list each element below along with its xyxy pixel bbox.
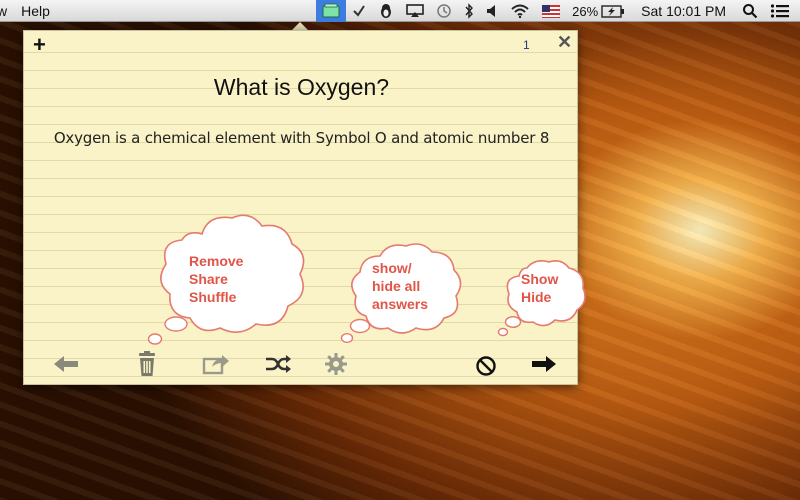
gear-icon[interactable] <box>324 352 348 376</box>
tip-share: Share <box>189 271 228 287</box>
us-flag-icon[interactable] <box>536 0 566 22</box>
forward-arrow-icon[interactable] <box>530 353 558 375</box>
tip-cloud-remove-share-shuffle: Remove Share Shuffle <box>146 212 308 346</box>
menu-item-view[interactable]: w <box>0 3 21 19</box>
menu-clock[interactable]: Sat 10:01 PM <box>631 3 736 19</box>
share-icon[interactable] <box>202 353 230 375</box>
volume-icon[interactable] <box>480 0 504 22</box>
card-count: 1 <box>523 38 530 52</box>
close-button[interactable]: ✕ <box>557 33 575 51</box>
battery-icon[interactable] <box>601 0 631 22</box>
bluetooth-icon[interactable] <box>458 0 480 22</box>
card-question: What is Oxygen? <box>213 74 390 100</box>
tip-cloud-show-hide: Show Hide <box>497 258 587 338</box>
menu-bar: w Help 26% Sat 10:01 PM <box>0 0 800 22</box>
hide-answer-icon[interactable] <box>475 355 497 377</box>
menu-item-help[interactable]: Help <box>21 3 58 19</box>
add-card-button[interactable]: + <box>33 34 51 56</box>
time-machine-icon[interactable] <box>430 0 458 22</box>
penguin-icon[interactable] <box>372 0 400 22</box>
tip-remove: Remove <box>189 253 244 269</box>
wifi-icon[interactable] <box>504 0 536 22</box>
airplay-icon[interactable] <box>400 0 430 22</box>
back-arrow-icon[interactable] <box>52 353 80 375</box>
notification-list-icon[interactable] <box>764 0 800 22</box>
checkmark-icon[interactable] <box>346 0 372 22</box>
tip-hide-all: hide all <box>372 278 421 294</box>
tip-cloud-show-hide-all: show/ hide all answers <box>340 242 464 344</box>
battery-percentage: 26% <box>572 3 599 19</box>
shuffle-icon[interactable] <box>264 353 292 375</box>
tip-show: Show <box>521 271 559 287</box>
card-answer: Oxygen is a chemical element with Symbol… <box>53 129 550 147</box>
tip-shuffle: Shuffle <box>189 289 237 305</box>
tip-answers: answers <box>372 296 429 312</box>
spotlight-icon[interactable] <box>736 0 764 22</box>
trash-icon[interactable] <box>136 351 158 377</box>
tip-hide: Hide <box>521 289 552 305</box>
tip-show-slash: show/ <box>372 260 412 276</box>
flashcards-icon[interactable] <box>316 0 347 22</box>
popover-arrow <box>292 22 308 30</box>
